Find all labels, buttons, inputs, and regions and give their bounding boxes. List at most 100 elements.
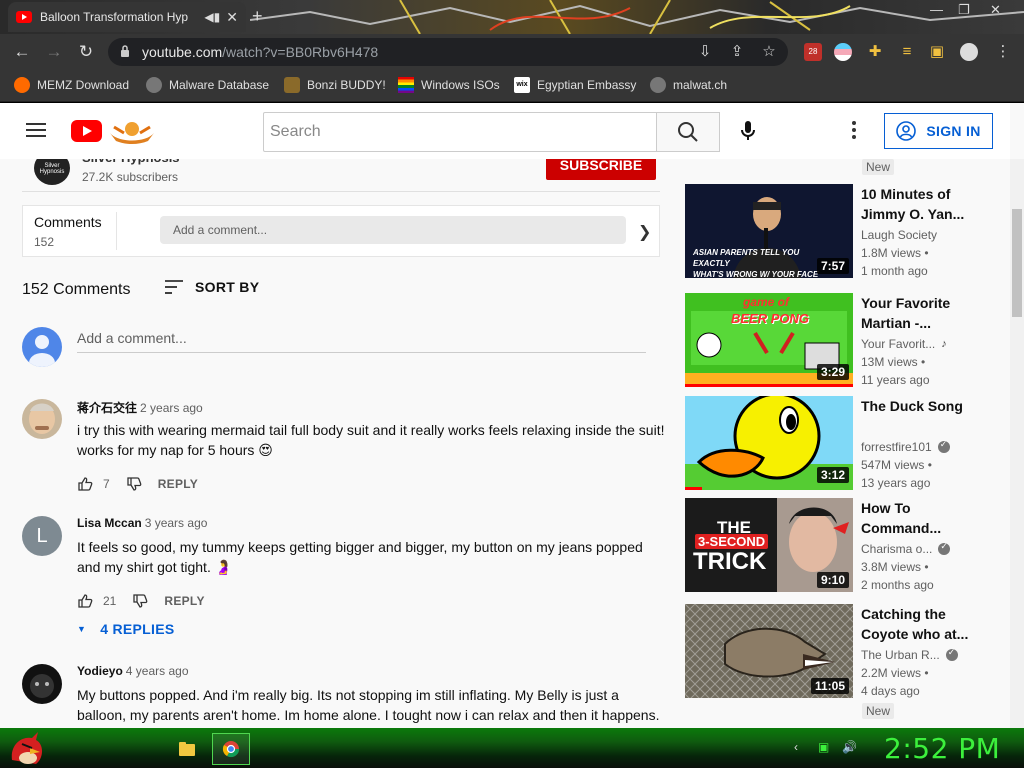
dark-figure-avatar-icon <box>30 674 54 698</box>
video-thumbnail[interactable]: THE 3-SECOND TRICK 9:10 <box>685 498 853 592</box>
thumbnail-caption: 3-SECOND <box>695 534 769 549</box>
os-taskbar: ‹ ▣ 🔊 2:52 PM <box>0 728 1024 768</box>
commenter-avatar[interactable]: L <box>22 516 62 556</box>
maximize-icon[interactable]: ❐ <box>958 2 970 18</box>
active-tab[interactable]: Balloon Transformation Hyp ◀▮ ✕ <box>8 2 246 32</box>
forward-icon[interactable]: → <box>44 42 64 62</box>
menu-icon[interactable] <box>26 123 46 137</box>
extensions-puzzle-icon[interactable]: ✚ <box>866 43 884 61</box>
youtube-logo[interactable] <box>71 120 102 142</box>
share-icon[interactable]: ⇪ <box>728 43 746 61</box>
bookmark-windows-isos[interactable]: Windows ISOs <box>398 77 500 93</box>
network-icon[interactable]: ▣ <box>818 740 829 754</box>
video-age: 11 years ago <box>861 373 930 387</box>
tab-close-icon[interactable]: ✕ <box>226 9 238 26</box>
tab-audio-icon[interactable]: ◀▮ <box>204 10 220 24</box>
angry-bird-start-icon[interactable] <box>6 730 46 768</box>
sort-by-button[interactable]: SORT BY <box>164 279 259 295</box>
add-comment-input[interactable]: Add a comment... <box>77 330 187 346</box>
video-thumbnail[interactable]: ASIAN PARENTS TELL YOU EXACTLY WHAT'S WR… <box>685 184 853 278</box>
recommended-video[interactable]: THE 3-SECOND TRICK 9:10 How To Command..… <box>685 498 995 592</box>
video-thumbnail[interactable]: game of BEER PONG 3:29 <box>685 293 853 387</box>
bookmark-memz-download[interactable]: MEMZ Download <box>14 77 129 93</box>
page-scrollbar[interactable] <box>1010 159 1024 728</box>
bonzi-icon <box>284 77 300 93</box>
microphone-icon[interactable] <box>736 119 760 143</box>
commenter-avatar[interactable] <box>22 664 62 704</box>
reply-button[interactable]: REPLY <box>158 477 198 491</box>
profile-avatar-icon[interactable] <box>960 43 978 61</box>
comment-time[interactable]: 3 years ago <box>145 516 208 530</box>
comment-time[interactable]: 2 years ago <box>140 401 203 415</box>
scrollbar-thumb[interactable] <box>1012 209 1022 317</box>
video-channel[interactable]: forrestfire101 <box>861 439 950 454</box>
video-thumbnail[interactable]: 11:05 <box>685 604 853 698</box>
view-replies-button[interactable]: ▼ 4 REPLIES <box>77 621 175 637</box>
comment-time[interactable]: 4 years ago <box>126 664 189 678</box>
show-hidden-icons-chevron-icon[interactable]: ‹ <box>794 740 798 754</box>
chrome-menu-icon[interactable]: ⋮ <box>994 43 1012 61</box>
video-thumbnail[interactable]: 3:12 <box>685 396 853 490</box>
video-channel[interactable]: Charisma o... <box>861 541 951 556</box>
bookmark-star-icon[interactable]: ☆ <box>760 43 778 61</box>
taskbar-chrome[interactable] <box>212 733 250 765</box>
reply-button[interactable]: REPLY <box>164 594 204 608</box>
video-title[interactable]: How To Command... <box>861 498 985 538</box>
video-title[interactable]: The Duck Song <box>861 396 985 416</box>
install-app-icon[interactable]: ⇩ <box>696 43 714 61</box>
video-views: 13M views • <box>861 355 926 369</box>
tab-strip-background-art <box>250 0 1024 34</box>
media-controls-icon[interactable]: ≡ <box>898 43 916 61</box>
taskbar-file-explorer[interactable] <box>168 733 206 765</box>
new-tab-button[interactable]: + <box>252 6 263 27</box>
settings-more-icon[interactable] <box>852 121 858 141</box>
search-button[interactable] <box>656 112 720 152</box>
taskbar-clock[interactable]: 2:52 PM <box>884 732 1000 765</box>
recommended-video[interactable]: ASIAN PARENTS TELL YOU EXACTLY WHAT'S WR… <box>685 184 995 278</box>
bookmark-egyptian-embassy[interactable]: wix Egyptian Embassy <box>514 77 636 93</box>
video-channel[interactable]: Your Favorit... ♪ <box>861 337 947 351</box>
back-icon[interactable]: ← <box>12 42 32 62</box>
video-title[interactable]: 10 Minutes of Jimmy O. Yan... <box>861 184 985 224</box>
globe-icon <box>146 77 162 93</box>
thumbs-down-icon[interactable] <box>132 593 148 609</box>
url-text[interactable]: youtube.com/watch?v=BB0Rbv6H478 <box>142 44 378 60</box>
ublock-extension-icon[interactable]: 28 <box>804 43 822 61</box>
recommended-video[interactable]: 11:05 Catching the Coyote who at... The … <box>685 604 995 698</box>
sign-in-button[interactable]: SIGN IN <box>884 113 993 149</box>
comment-author[interactable]: 蒋介石交往 2 years ago <box>77 399 203 416</box>
add-comment-teaser[interactable]: Add a comment... <box>160 216 626 244</box>
tab-title: Balloon Transformation Hyp <box>40 10 189 24</box>
video-channel[interactable]: The Urban R... <box>861 647 958 662</box>
comment-text: i try this with wearing mermaid tail ful… <box>77 422 665 458</box>
youtube-page: Silver Hypnosis Silver Hypnosis 27.2K su… <box>0 103 1024 728</box>
thumbs-up-icon[interactable] <box>77 476 93 492</box>
bookmark-bonzi-buddy[interactable]: Bonzi BUDDY! <box>284 77 386 93</box>
bookmark-malware-database[interactable]: Malware Database <box>146 77 269 93</box>
address-bar[interactable]: youtube.com/watch?v=BB0Rbv6H478 ⇩ ⇪ ☆ <box>108 38 788 66</box>
thumbs-down-icon[interactable] <box>126 476 142 492</box>
trans-flag-extension-icon[interactable] <box>834 43 852 61</box>
chevron-right-icon[interactable]: ❯ <box>638 222 651 242</box>
side-panel-icon[interactable]: ▣ <box>928 43 946 61</box>
bookmark-malwatch[interactable]: malwat.ch <box>650 77 727 93</box>
volume-icon[interactable]: 🔊 <box>842 740 857 754</box>
recommended-video[interactable]: 3:12 The Duck Song forrestfire101 547M v… <box>685 396 995 490</box>
video-title[interactable]: Catching the Coyote who at... <box>861 604 985 644</box>
youtube-doodle-icon[interactable] <box>108 119 156 145</box>
bookmark-label: malwat.ch <box>673 78 728 92</box>
minimize-icon[interactable]: — <box>930 2 943 17</box>
video-title[interactable]: Your Favorite Martian -... <box>861 293 985 333</box>
recommended-video[interactable]: game of BEER PONG 3:29 Your Favorite Mar… <box>685 293 995 387</box>
lock-icon[interactable] <box>120 44 130 58</box>
close-window-icon[interactable]: ✕ <box>990 2 1001 18</box>
commenter-avatar[interactable] <box>22 399 62 439</box>
like-count: 7 <box>103 477 110 491</box>
search-input[interactable]: Search <box>263 112 657 152</box>
comment-author[interactable]: Lisa Mccan 3 years ago <box>77 516 207 530</box>
thumbs-up-icon[interactable] <box>77 593 93 609</box>
comments-panel-teaser[interactable]: Comments 152 Add a comment... ❯ <box>22 205 660 257</box>
comment-author[interactable]: Yodieyo 4 years ago <box>77 664 189 678</box>
video-channel[interactable]: Laugh Society <box>861 228 937 242</box>
reload-icon[interactable]: ↻ <box>76 42 96 62</box>
